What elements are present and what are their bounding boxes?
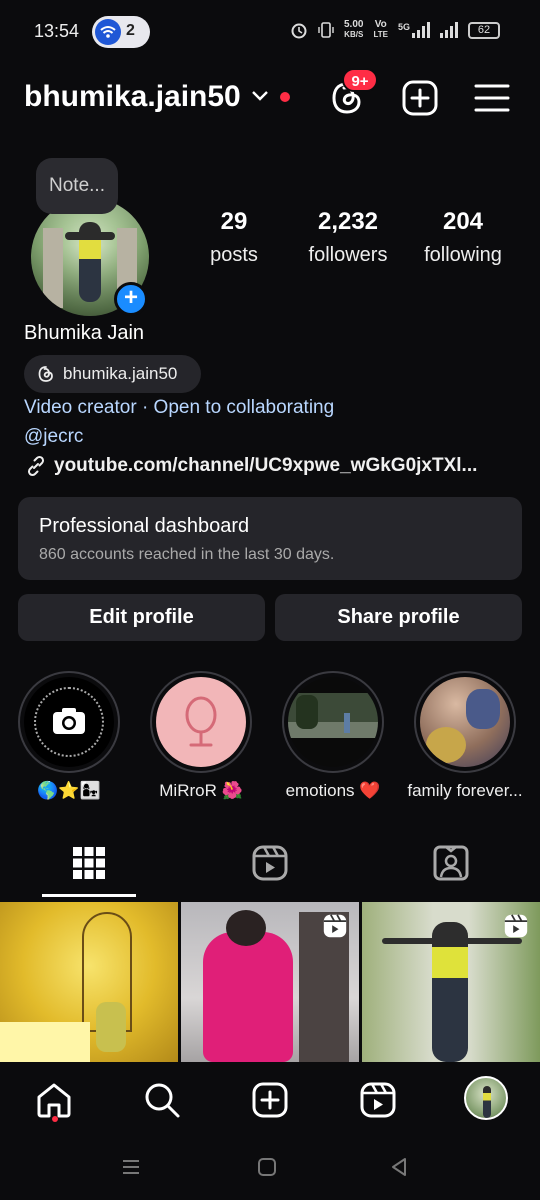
share-profile-button[interactable]: Share profile — [275, 594, 522, 641]
battery-icon: 62 — [468, 21, 500, 39]
threads-handle: bhumika.jain50 — [63, 364, 178, 383]
note-bubble[interactable]: Note... — [36, 158, 118, 214]
posts-label: posts — [210, 244, 258, 266]
highlight-item[interactable]: family forever... — [407, 671, 523, 800]
highlight-cover — [282, 671, 384, 773]
threads-profile-chip[interactable]: bhumika.jain50 — [24, 355, 201, 393]
link-icon — [27, 455, 45, 477]
hamburger-menu-icon[interactable] — [472, 78, 512, 118]
reels-icon[interactable] — [358, 1080, 398, 1120]
highlight-cover — [18, 671, 120, 773]
professional-dashboard-card[interactable]: Professional dashboard 860 accounts reac… — [18, 497, 522, 580]
status-time: 13:54 — [34, 21, 80, 41]
post-thumbnail[interactable] — [362, 902, 540, 1062]
search-icon[interactable] — [142, 1080, 182, 1120]
following-count: 204 — [442, 208, 484, 235]
highlight-item[interactable]: emotions ❤️ — [282, 671, 384, 800]
back-icon[interactable] — [388, 1156, 410, 1178]
highlight-item[interactable]: 🌎⭐👩‍👧 — [18, 671, 120, 800]
dashboard-title: Professional dashboard — [39, 515, 250, 537]
dashboard-subtitle: 860 accounts reached in the last 30 days… — [39, 546, 335, 563]
highlight-item[interactable]: MiRroR 🌺 — [150, 671, 252, 800]
post-thumbnail[interactable] — [0, 902, 178, 1062]
system-navigation-bar — [0, 1138, 540, 1200]
threads-notification-badge: 9+ — [342, 68, 378, 92]
home-button-icon[interactable] — [256, 1156, 278, 1178]
home-icon[interactable] — [34, 1080, 74, 1120]
highlight-cover — [150, 671, 252, 773]
reel-badge-icon — [323, 914, 347, 938]
create-icon[interactable] — [250, 1080, 290, 1120]
vibrate-icon — [318, 22, 334, 38]
network-speed: 5.00 KB/S — [344, 19, 364, 40]
add-story-plus-icon[interactable]: + — [114, 282, 148, 316]
chevron-down-icon[interactable] — [250, 88, 270, 104]
reel-badge-icon — [504, 914, 528, 938]
profile-avatar-tab[interactable] — [464, 1076, 508, 1120]
stat-posts[interactable]: 29 posts — [198, 208, 270, 267]
tagged-icon[interactable] — [431, 843, 471, 883]
home-notification-dot — [52, 1116, 58, 1122]
signal-icon — [440, 22, 458, 38]
profile-full-name: Bhumika Jain — [24, 322, 145, 344]
account-notification-dot — [280, 92, 290, 102]
wifi-icon — [95, 19, 121, 45]
highlight-label: emotions ❤️ — [285, 781, 381, 800]
status-bar: 13:54 2 5.00 KB/S Vo LTE 5G 62 — [0, 0, 540, 62]
reels-icon[interactable] — [250, 843, 290, 883]
signal-5g-icon: 5G — [398, 22, 430, 38]
posts-count: 29 — [220, 208, 248, 235]
followers-label: followers — [308, 244, 388, 266]
camera-icon — [53, 708, 85, 734]
hotspot-indicator[interactable]: 2 — [92, 16, 150, 48]
volte-indicator: Vo LTE — [373, 19, 388, 40]
profile-username[interactable]: bhumika.jain50 — [24, 80, 241, 114]
hotspot-device-count: 2 — [126, 22, 135, 39]
stat-following[interactable]: 204 following — [415, 208, 511, 267]
post-thumbnail[interactable] — [181, 902, 359, 1062]
active-tab-indicator — [42, 894, 136, 897]
status-icons: 5.00 KB/S Vo LTE 5G 62 — [290, 20, 500, 40]
alarm-icon — [291, 23, 307, 39]
highlight-cover — [414, 671, 516, 773]
stat-followers[interactable]: 2,232 followers — [298, 208, 398, 267]
followers-count: 2,232 — [317, 208, 379, 235]
mirror-icon — [185, 696, 217, 747]
highlight-label: 🌎⭐👩‍👧 — [37, 781, 101, 800]
recent-apps-icon[interactable] — [120, 1156, 142, 1178]
grid-icon[interactable] — [69, 843, 109, 883]
bio-category[interactable]: Video creator · Open to collaborating — [24, 397, 334, 419]
highlight-label: family forever... — [407, 781, 523, 800]
bio-link[interactable]: youtube.com/channel/UC9xpwe_wGkG0jxTXl..… — [24, 454, 477, 478]
threads-icon — [38, 366, 53, 382]
bio-mention[interactable]: @jecrc — [24, 426, 83, 448]
edit-profile-button[interactable]: Edit profile — [18, 594, 265, 641]
highlight-label: MiRroR 🌺 — [159, 781, 243, 800]
bottom-navigation — [0, 1062, 540, 1138]
following-label: following — [424, 244, 502, 266]
create-plus-icon[interactable] — [400, 78, 440, 118]
bio-link-text: youtube.com/channel/UC9xpwe_wGkG0jxTXl..… — [54, 455, 478, 476]
